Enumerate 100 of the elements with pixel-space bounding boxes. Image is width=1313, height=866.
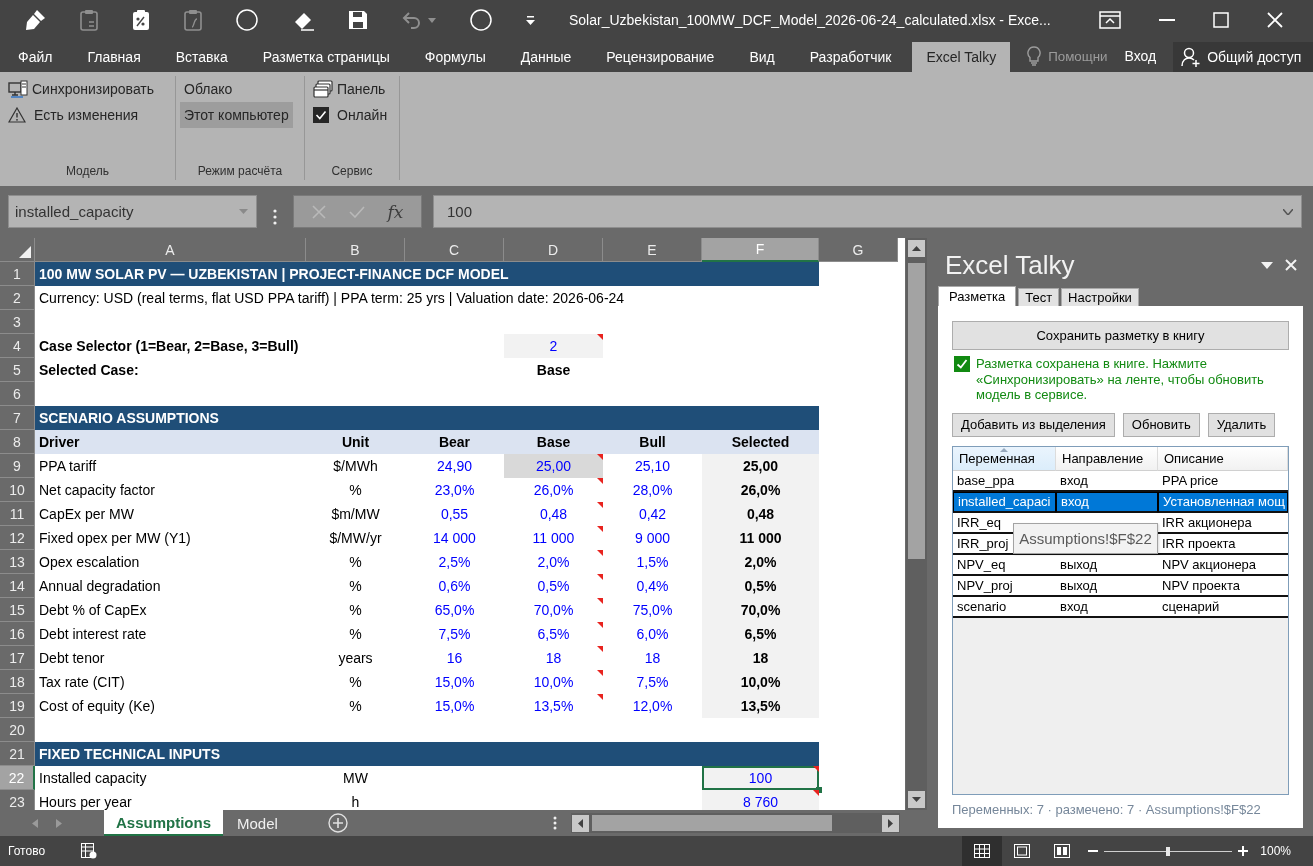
table-cell[interactable]: 11 000 [702, 526, 819, 550]
table-cell[interactable]: 2 [504, 334, 603, 358]
action-button[interactable]: Добавить из выделения [952, 412, 1115, 437]
ribbon-tab[interactable]: Файл [4, 42, 67, 72]
scroll-up-icon[interactable] [908, 240, 925, 257]
table-cell[interactable]: 70,0% [702, 598, 819, 622]
more-icon[interactable] [273, 208, 277, 225]
grid-cell[interactable]: NPV акционера [1158, 554, 1288, 576]
row-header[interactable]: 17 [0, 646, 35, 670]
column-header[interactable]: A [35, 238, 306, 262]
panel-button[interactable]: Панель [309, 76, 390, 102]
row-header[interactable]: 9 [0, 454, 35, 478]
grid-cell[interactable]: base_ppa [953, 470, 1056, 492]
row-header[interactable]: 4 [0, 334, 35, 358]
circle-icon[interactable] [470, 9, 492, 31]
grid-cell[interactable]: выход [1056, 575, 1158, 597]
table-header[interactable]: Переменная [953, 446, 1056, 471]
maximize-icon[interactable] [1213, 12, 1229, 28]
action-button[interactable]: Удалить [1207, 412, 1276, 437]
row-header[interactable]: 15 [0, 598, 35, 622]
sync-button[interactable]: Синхронизировать [4, 76, 159, 102]
expand-icon[interactable] [1283, 208, 1293, 215]
vertical-scrollbar[interactable] [906, 238, 927, 810]
row-header[interactable]: 6 [0, 382, 35, 406]
column-header[interactable]: G [819, 238, 898, 262]
zoom-slider[interactable] [1104, 846, 1233, 856]
row-header[interactable]: 16 [0, 622, 35, 646]
row-header[interactable]: 18 [0, 670, 35, 694]
sheet-tab[interactable]: Model [225, 810, 290, 836]
formula-input[interactable]: 100 [433, 195, 1302, 228]
grid-cell[interactable]: NPV проекта [1158, 575, 1288, 597]
table-cell[interactable]: 6,5% [702, 622, 819, 646]
scrollbar-thumb[interactable] [592, 815, 832, 831]
zoom-in-icon[interactable] [1238, 846, 1249, 856]
table-cell[interactable]: 13,5% [702, 694, 819, 718]
table-cell[interactable]: 0,5% [702, 574, 819, 598]
table-cell[interactable]: 100 [702, 766, 819, 790]
grid-cell[interactable]: вход [1056, 596, 1158, 618]
row-header[interactable]: 12 [0, 526, 35, 550]
caret-icon[interactable] [428, 17, 436, 23]
row-header[interactable]: 10 [0, 478, 35, 502]
grid-cell[interactable]: вход [1056, 491, 1158, 513]
row-header[interactable]: 1 [0, 262, 35, 286]
column-header[interactable]: E [603, 238, 702, 262]
grid-cell[interactable]: Установленная мощ [1158, 491, 1288, 513]
pane-tab[interactable]: Настройки [1061, 288, 1139, 306]
grid-cell[interactable]: installed_capaci [953, 491, 1056, 513]
ribbon-tab[interactable]: Разработчик [795, 42, 906, 72]
ribbon-tab[interactable]: Данные [506, 42, 586, 72]
macro-record-icon[interactable] [81, 843, 98, 859]
calc-mode-option[interactable]: Этот компьютер [180, 102, 293, 128]
calc-mode-option[interactable]: Облако [180, 76, 237, 102]
name-box[interactable]: installed_capacity [8, 195, 257, 228]
zoom-level[interactable]: 100% [1260, 844, 1291, 858]
ribbon-tab[interactable]: Главная [73, 42, 155, 72]
row-header[interactable]: 23 [0, 790, 35, 810]
pane-tab[interactable]: Тест [1018, 288, 1060, 306]
scroll-right-icon[interactable] [882, 814, 899, 832]
row-header[interactable]: 20 [0, 718, 35, 742]
scrollbar-thumb[interactable] [908, 263, 925, 559]
ribbon-tab[interactable]: Excel Talky [912, 42, 1011, 72]
clipboard-icon[interactable] [184, 9, 202, 31]
circle-icon[interactable] [236, 9, 258, 31]
save-markup-button[interactable]: Сохранить разметку в книгу [952, 321, 1289, 350]
clipboard-icon[interactable] [80, 9, 98, 31]
scroll-left-icon[interactable] [572, 814, 589, 832]
grid-cell[interactable]: NPV_eq [953, 554, 1056, 576]
view-button[interactable] [962, 836, 1003, 866]
table-cell[interactable]: 18 [702, 646, 819, 670]
checkbox-icon[interactable] [313, 107, 329, 123]
row-header[interactable]: 14 [0, 574, 35, 598]
table-cell[interactable]: 25,00 [702, 454, 819, 478]
grid-cell[interactable]: сценарий [1158, 596, 1288, 618]
row-header[interactable]: 13 [0, 550, 35, 574]
table-cell[interactable]: 0,48 [702, 502, 819, 526]
grid-cell[interactable]: вход [1056, 470, 1158, 492]
grid-cell[interactable]: NPV_proj [953, 575, 1056, 597]
sheet-tab[interactable]: Assumptions [104, 810, 223, 836]
column-header[interactable]: C [405, 238, 504, 262]
table-cell[interactable]: 10,0% [702, 670, 819, 694]
ribbon-tab[interactable]: Разметка страницы [248, 42, 404, 72]
ribbon-tab[interactable]: Рецензирование [592, 42, 729, 72]
pane-tab[interactable]: Разметка [938, 286, 1017, 306]
horizontal-scrollbar[interactable] [571, 813, 900, 833]
grid-cell[interactable]: PPA price [1158, 470, 1288, 492]
save-icon[interactable] [348, 10, 368, 30]
dropdown-icon[interactable] [1261, 261, 1273, 269]
sign-in-link[interactable]: Вход [1114, 40, 1167, 72]
row-header[interactable]: 3 [0, 310, 35, 334]
action-button[interactable]: Обновить [1122, 412, 1200, 437]
ribbon-tab[interactable]: Формулы [410, 42, 500, 72]
row-header[interactable]: 7 [0, 406, 35, 430]
insert-function-button[interactable]: fx [387, 201, 404, 222]
scroll-down-icon[interactable] [908, 791, 925, 808]
slider-thumb[interactable] [1166, 846, 1171, 856]
table-cell[interactable]: 8 760 [702, 790, 819, 810]
pencil-icon[interactable] [24, 9, 46, 31]
select-all-icon[interactable] [19, 246, 31, 258]
column-header[interactable]: B [306, 238, 405, 262]
undo-icon[interactable] [402, 11, 422, 29]
